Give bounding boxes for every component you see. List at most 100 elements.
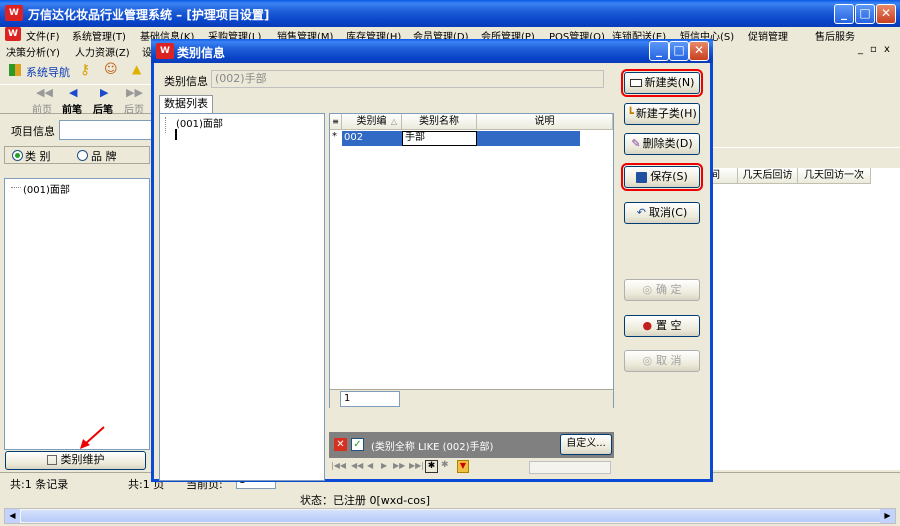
prev-record-icon[interactable]: ◀ bbox=[69, 86, 77, 99]
tree-item-face[interactable]: (001)面部 bbox=[23, 181, 70, 196]
radio-brand-label[interactable]: 品 牌 bbox=[91, 148, 117, 164]
next-record-icon[interactable]: ▶ bbox=[100, 86, 108, 99]
new-category-icon bbox=[629, 79, 642, 87]
close-button[interactable]: ✕ bbox=[876, 4, 896, 24]
save-button[interactable]: 保存(S) bbox=[621, 163, 703, 191]
radio-brand-icon[interactable] bbox=[77, 150, 88, 161]
tree-line-icon bbox=[11, 187, 21, 188]
row-desc-cell[interactable] bbox=[477, 131, 580, 146]
nav-last-icon[interactable]: ▶▶| bbox=[409, 461, 424, 470]
last-page-icon[interactable]: ▶▶ bbox=[126, 86, 143, 99]
nav-grid-icon bbox=[9, 64, 21, 76]
nav-prev-icon[interactable]: ◀ bbox=[367, 461, 373, 470]
nav-next-icon[interactable]: ▶ bbox=[381, 461, 387, 470]
new-category-label: 新建类(N) bbox=[644, 76, 695, 89]
mdi-minimize-icon[interactable]: _ bbox=[858, 44, 863, 55]
nav-filter-icon[interactable]: ▼ bbox=[457, 460, 469, 473]
table-row[interactable]: * 002 手部 bbox=[330, 131, 580, 146]
new-subcategory-icon: ┗ bbox=[627, 107, 634, 120]
menu-after-sales[interactable]: 售后服务 bbox=[815, 28, 855, 43]
row-name-cell[interactable]: 手部 bbox=[402, 131, 477, 146]
key-icon[interactable]: ⚷ bbox=[80, 62, 90, 78]
users-icon[interactable]: ☺ bbox=[104, 62, 118, 77]
nav-first-icon[interactable]: |◀◀ bbox=[331, 461, 346, 470]
delete-category-label: 删除类(D) bbox=[642, 137, 693, 150]
nav-scroll-track[interactable] bbox=[529, 461, 611, 474]
project-info-input[interactable] bbox=[59, 120, 152, 140]
category-tree[interactable]: (001)面部 bbox=[4, 178, 150, 450]
maximize-button[interactable]: □ bbox=[855, 4, 875, 24]
project-info-label: 项目信息 bbox=[11, 125, 55, 138]
menu-file[interactable]: 文件(F) bbox=[26, 28, 60, 43]
dialog-tree-item-face[interactable]: (001)面部 bbox=[176, 115, 223, 130]
grid-header-desc[interactable]: 说明 bbox=[477, 114, 613, 130]
first-page-label[interactable]: 前页 bbox=[32, 101, 52, 116]
system-nav-label[interactable]: 系统导航 bbox=[26, 64, 70, 80]
delete-category-icon: ✎ bbox=[631, 137, 641, 150]
nav-next-page-icon[interactable]: ▶▶ bbox=[393, 461, 405, 470]
row-code-cell[interactable]: 002 bbox=[342, 131, 402, 146]
grid-nav-bar: |◀◀ ◀◀ ◀ ▶ ▶▶ ▶▶| ✱ ✱ ▼ bbox=[329, 459, 614, 477]
category-info-input[interactable]: (002)手部 bbox=[211, 70, 604, 88]
save-label: 保存(S) bbox=[650, 170, 688, 183]
menu-decision[interactable]: 决策分析(Y) bbox=[6, 44, 60, 59]
dialog-category-tree[interactable]: (001)面部 bbox=[159, 113, 325, 481]
right-grid-area: 间 几天后回访 几天回访一次 bbox=[705, 168, 900, 470]
menu-system[interactable]: 系统管理(T) bbox=[72, 28, 126, 43]
customize-button[interactable]: 自定义... bbox=[560, 434, 612, 455]
main-title-bar: W 万信达化妆品行业管理系统 – [护理项目设置] _ □ ✕ bbox=[0, 0, 900, 27]
grid-header-name[interactable]: 类别名称 bbox=[402, 114, 477, 130]
radio-category-icon[interactable] bbox=[12, 150, 23, 161]
minimize-button[interactable]: _ bbox=[834, 4, 854, 24]
clear-icon: ● bbox=[642, 319, 653, 332]
nav-append-icon[interactable]: ✱ bbox=[441, 460, 449, 470]
nav-insert-icon[interactable]: ✱ bbox=[425, 460, 438, 473]
first-page-icon[interactable]: ◀◀ bbox=[36, 86, 53, 99]
cancel-disabled-label: 取 消 bbox=[656, 354, 682, 367]
new-category-button[interactable]: 新建类(N) bbox=[621, 69, 703, 97]
bell-icon[interactable]: ▲ bbox=[132, 62, 141, 76]
grid-header-code[interactable]: 类别编 △ bbox=[342, 114, 402, 130]
category-maintain-button[interactable]: 类别维护 bbox=[5, 451, 146, 470]
record-nav-toolbar: ◀◀ 前页 ◀ 前笔 ▶ 后笔 ▶▶ 后页 bbox=[0, 84, 152, 116]
dialog-close-button[interactable]: ✕ bbox=[689, 41, 709, 61]
filter-text: (类别全称 LIKE (002)手部) bbox=[371, 442, 494, 453]
dialog-logo-icon: W bbox=[156, 43, 174, 59]
scroll-right-icon[interactable]: ▶ bbox=[880, 509, 895, 523]
undo-icon: ↶ bbox=[636, 206, 646, 219]
tab-data-list-label: 数据列表 bbox=[164, 97, 208, 110]
dialog-maximize-button[interactable]: □ bbox=[669, 41, 689, 61]
right-toolbar-strip bbox=[705, 147, 900, 167]
new-subcategory-button[interactable]: ┗ 新建子类(H) bbox=[624, 103, 700, 125]
menu-hr[interactable]: 人力资源(Z) bbox=[75, 44, 130, 59]
clear-button[interactable]: ● 置 空 bbox=[624, 315, 700, 337]
confirm-button[interactable]: ◎ 确 定 bbox=[624, 279, 700, 301]
dialog-minimize-button[interactable]: _ bbox=[649, 41, 669, 61]
maintain-icon bbox=[46, 455, 57, 465]
status-bar-2: 状态：已注册 0[wxd-cos] bbox=[0, 491, 900, 507]
cancel-button[interactable]: ↶ 取消(C) bbox=[624, 202, 700, 224]
scroll-left-icon[interactable]: ◀ bbox=[5, 509, 20, 523]
mdi-close-icon[interactable]: x bbox=[884, 44, 890, 55]
delete-category-button[interactable]: ✎ 删除类(D) bbox=[624, 133, 700, 155]
prev-record-label[interactable]: 前笔 bbox=[62, 101, 82, 116]
cancel-disabled-button[interactable]: ◎ 取 消 bbox=[624, 350, 700, 372]
nav-prev-page-icon[interactable]: ◀◀ bbox=[351, 461, 363, 470]
clear-label: 置 空 bbox=[656, 319, 682, 332]
next-record-label[interactable]: 后笔 bbox=[93, 101, 113, 116]
annotation-arrow-icon bbox=[80, 426, 105, 449]
last-page-label[interactable]: 后页 bbox=[124, 101, 144, 116]
tree-cursor bbox=[175, 129, 177, 140]
grid-footer-count-input[interactable]: 1 bbox=[340, 391, 400, 407]
tab-data-list[interactable]: 数据列表 bbox=[159, 95, 213, 113]
radio-category-label[interactable]: 类 别 bbox=[25, 148, 51, 164]
filter-clear-icon[interactable]: ✕ bbox=[334, 438, 347, 451]
scroll-thumb[interactable] bbox=[21, 510, 881, 522]
grid-header-revisit-after[interactable]: 几天后回访 bbox=[738, 168, 798, 184]
horizontal-scrollbar[interactable]: ◀ ▶ bbox=[4, 508, 896, 524]
menu-promotion[interactable]: 促销管理 bbox=[748, 28, 788, 43]
grid-header-revisit-every[interactable]: 几天回访一次 bbox=[798, 168, 871, 184]
mdi-restore-icon[interactable]: ▫ bbox=[870, 44, 877, 55]
nav-toolbar: 系统导航 ⚷ ☺ ▲ bbox=[0, 59, 152, 83]
filter-checkbox-icon[interactable]: ✓ bbox=[351, 438, 364, 451]
